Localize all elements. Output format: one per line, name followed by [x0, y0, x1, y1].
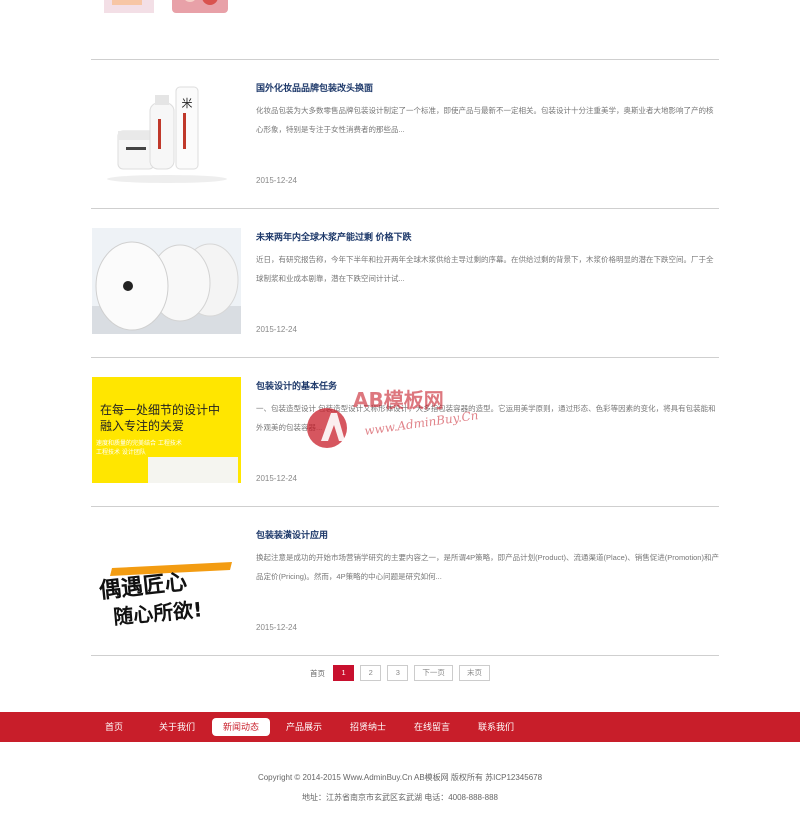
news-title[interactable]: 未来两年内全球木浆产能过剩 价格下跌 — [256, 230, 412, 243]
page-3[interactable]: 3 — [387, 665, 409, 681]
banner-shape — [148, 457, 238, 483]
footer-copyright: Copyright © 2014-2015 Www.AdminBuy.Cn AB… — [257, 773, 543, 782]
news-thumb-snacks[interactable] — [92, 0, 232, 25]
news-date: 2015-12-24 — [256, 623, 297, 632]
svg-text:米: 米 — [182, 97, 193, 110]
page-1[interactable]: 1 — [333, 665, 355, 681]
news-date: 2015-12-24 — [256, 474, 297, 483]
news-summary: 近日，有研究报告称，今年下半年和拉开两年全球木浆供给主导过剩的序幕。在供给过剩的… — [256, 255, 714, 283]
news-summary: 一、包装造型设计 包装造型设计又称形体设计，大多指包装容器的造型。它运用美学原则… — [256, 404, 716, 432]
page-last[interactable]: 末页 — [458, 665, 490, 681]
footer-nav: 首页 关于我们 新闻动态 产品展示 招贤纳士 在线留言 联系我们 — [0, 712, 800, 742]
news-item[interactable]: 在每一处细节的设计中 融入专注的关爱 速度和质量的完美结合 工程技术工程技术 设… — [91, 357, 719, 507]
page-next[interactable]: 下一页 — [414, 665, 453, 681]
news-title[interactable]: 国外化妆品品牌包装改头换面 — [256, 81, 373, 94]
news-title[interactable]: 包装设计的基本任务 — [256, 379, 337, 392]
news-item[interactable]: 米 国外化妆品品牌包装改头换面 化妆品包装为大多数零售品牌包装设计制定了一个标准… — [91, 59, 719, 209]
news-thumb-banner[interactable]: 在每一处细节的设计中 融入专注的关爱 速度和质量的完美结合 工程技术工程技术 设… — [92, 377, 241, 483]
news-title[interactable]: 包装装潢设计应用 — [256, 528, 328, 541]
news-date: 2015-12-24 — [256, 325, 297, 334]
nav-messages[interactable]: 在线留言 — [406, 718, 458, 736]
page-first-link[interactable]: 首页 — [310, 668, 325, 679]
news-item[interactable]: 偶遇匠心 随心所欲! 包装装潢设计应用 换起注意是成功的开始市场营销学研究的主要… — [91, 506, 719, 656]
news-date: 2015-12-24 — [256, 176, 297, 185]
nav-about[interactable]: 关于我们 — [151, 718, 203, 736]
news-thumb-cosmetics[interactable]: 米 — [92, 79, 241, 185]
banner-line-2: 融入专注的关爱 — [100, 419, 185, 433]
nav-contact[interactable]: 联系我们 — [470, 718, 522, 736]
nav-news[interactable]: 新闻动态 — [212, 718, 270, 736]
news-item[interactable]: 2015-12-24 — [91, 0, 719, 60]
news-summary: 化妆品包装为大多数零售品牌包装设计制定了一个标准，即使产品与最新不一定相关。包装… — [256, 106, 714, 134]
banner-small-text: 速度和质量的完美结合 工程技术工程技术 设计团队 — [96, 440, 182, 456]
news-thumb-pulp-rolls[interactable] — [92, 228, 241, 334]
footer-address: 地址：江苏省南京市玄武区玄武湖 电话：4008-888-888 — [301, 793, 499, 802]
pagination: 首页 1 2 3 下一页 末页 — [0, 665, 800, 681]
banner-line-1: 在每一处细节的设计中 — [100, 403, 221, 417]
news-item[interactable]: 未来两年内全球木浆产能过剩 价格下跌 近日，有研究报告称，今年下半年和拉开两年全… — [91, 208, 719, 358]
news-thumb-calligraphy[interactable]: 偶遇匠心 随心所欲! — [92, 526, 241, 632]
nav-home[interactable]: 首页 — [94, 718, 134, 736]
nav-products[interactable]: 产品展示 — [278, 718, 330, 736]
nav-careers[interactable]: 招贤纳士 — [342, 718, 394, 736]
news-summary: 换起注意是成功的开始市场营销学研究的主要内容之一，是所谓4P策略，即产品计划(P… — [256, 553, 719, 581]
page-2[interactable]: 2 — [360, 665, 382, 681]
